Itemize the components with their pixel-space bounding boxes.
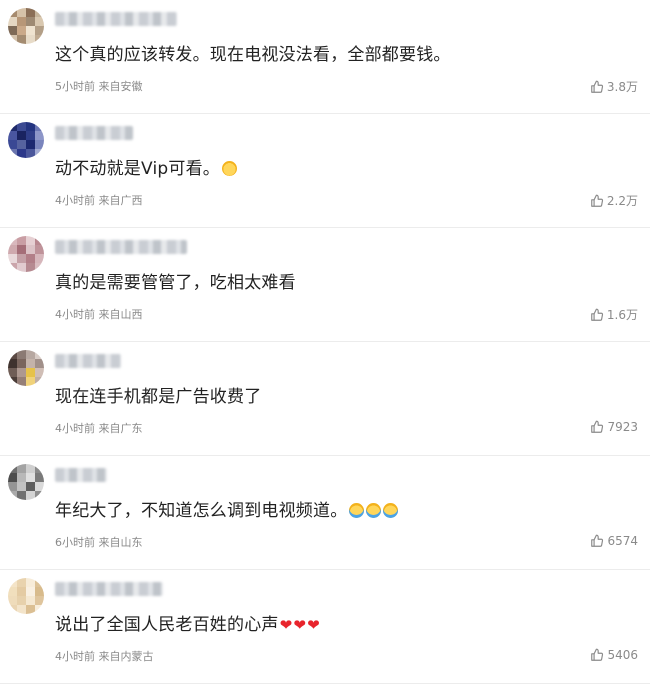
- heart-emoji-icon: ❤: [307, 616, 320, 634]
- thumbs-up-icon: [590, 80, 604, 94]
- comment-meta: 4小时前 来自广东: [55, 420, 143, 436]
- username-blurred[interactable]: [55, 12, 177, 26]
- username-blurred[interactable]: [55, 582, 163, 596]
- like-count: 1.6万: [606, 308, 638, 322]
- heart-emoji-icon: ❤: [279, 616, 293, 634]
- thumbs-up-icon: [590, 534, 604, 548]
- username-blurred[interactable]: [55, 240, 187, 254]
- comment-text: 说出了全国人民老百姓的心声❤❤❤: [55, 615, 320, 635]
- comment-location: 来自安徽: [98, 80, 143, 93]
- like-count: 3.8万: [606, 80, 638, 94]
- comment-location: 来自山西: [98, 308, 143, 321]
- like-button[interactable]: 1.6万: [590, 306, 638, 323]
- comment-item: 这个真的应该转发。现在电视没法看，全部都要钱。 5小时前 来自安徽 3.8万: [0, 0, 650, 114]
- like-count: 6574: [607, 534, 638, 548]
- party-emoji-icon: [221, 161, 237, 176]
- like-count: 7923: [607, 420, 638, 434]
- laugh-cry-emoji-icon: [366, 503, 382, 518]
- username-blurred[interactable]: [55, 468, 107, 482]
- comment-location: 来自内蒙古: [98, 650, 154, 663]
- comment-text: 年纪大了，不知道怎么调到电视频道。: [55, 496, 399, 521]
- avatar[interactable]: [8, 236, 44, 272]
- comment-time: 4小时前: [55, 422, 95, 435]
- comment-item: 动不动就是Vip可看。 4小时前 来自广西 2.2万: [0, 114, 650, 228]
- comment-time: 4小时前: [55, 194, 95, 207]
- comment-meta: 6小时前 来自山东: [55, 534, 143, 550]
- avatar[interactable]: [8, 350, 44, 386]
- comment-time: 5小时前: [55, 80, 95, 93]
- like-button[interactable]: 5406: [590, 648, 638, 662]
- avatar[interactable]: [8, 8, 44, 44]
- comment-location: 来自广东: [98, 422, 143, 435]
- comment-text: 现在连手机都是广告收费了: [55, 387, 262, 407]
- comment-meta: 4小时前 来自山西: [55, 306, 143, 322]
- like-button[interactable]: 3.8万: [590, 78, 638, 95]
- comment-item: 现在连手机都是广告收费了 4小时前 来自广东 7923: [0, 342, 650, 456]
- avatar[interactable]: [8, 122, 44, 158]
- comment-item: 年纪大了，不知道怎么调到电视频道。 6小时前 来自山东 6574: [0, 456, 650, 570]
- comment-meta: 4小时前 来自内蒙古: [55, 648, 154, 664]
- thumbs-up-icon: [590, 308, 604, 322]
- comment-text: 动不动就是Vip可看。: [55, 154, 237, 179]
- comment-text: 这个真的应该转发。现在电视没法看，全部都要钱。: [55, 45, 451, 65]
- username-blurred[interactable]: [55, 126, 133, 140]
- comment-location: 来自山东: [98, 536, 143, 549]
- comment-meta: 5小时前 来自安徽: [55, 78, 143, 94]
- comment-time: 6小时前: [55, 536, 95, 549]
- heart-emoji-icon: ❤: [293, 616, 307, 634]
- like-button[interactable]: 2.2万: [590, 192, 638, 209]
- laugh-cry-emoji-icon: [383, 503, 399, 518]
- thumbs-up-icon: [590, 420, 604, 434]
- comment-item: 说出了全国人民老百姓的心声❤❤❤ 4小时前 来自内蒙古 5406: [0, 570, 650, 684]
- thumbs-up-icon: [590, 194, 604, 208]
- username-blurred[interactable]: [55, 354, 121, 368]
- like-button[interactable]: 7923: [590, 420, 638, 434]
- like-button[interactable]: 6574: [590, 534, 638, 548]
- avatar[interactable]: [8, 464, 44, 500]
- comment-time: 4小时前: [55, 308, 95, 321]
- thumbs-up-icon: [590, 648, 604, 662]
- comment-location: 来自广西: [98, 194, 143, 207]
- like-count: 5406: [607, 648, 638, 662]
- avatar[interactable]: [8, 578, 44, 614]
- comment-item: 真的是需要管管了，吃相太难看 4小时前 来自山西 1.6万: [0, 228, 650, 342]
- comment-time: 4小时前: [55, 650, 95, 663]
- like-count: 2.2万: [606, 194, 638, 208]
- comment-text: 真的是需要管管了，吃相太难看: [55, 273, 296, 293]
- laugh-cry-emoji-icon: [349, 503, 365, 518]
- comment-meta: 4小时前 来自广西: [55, 192, 143, 208]
